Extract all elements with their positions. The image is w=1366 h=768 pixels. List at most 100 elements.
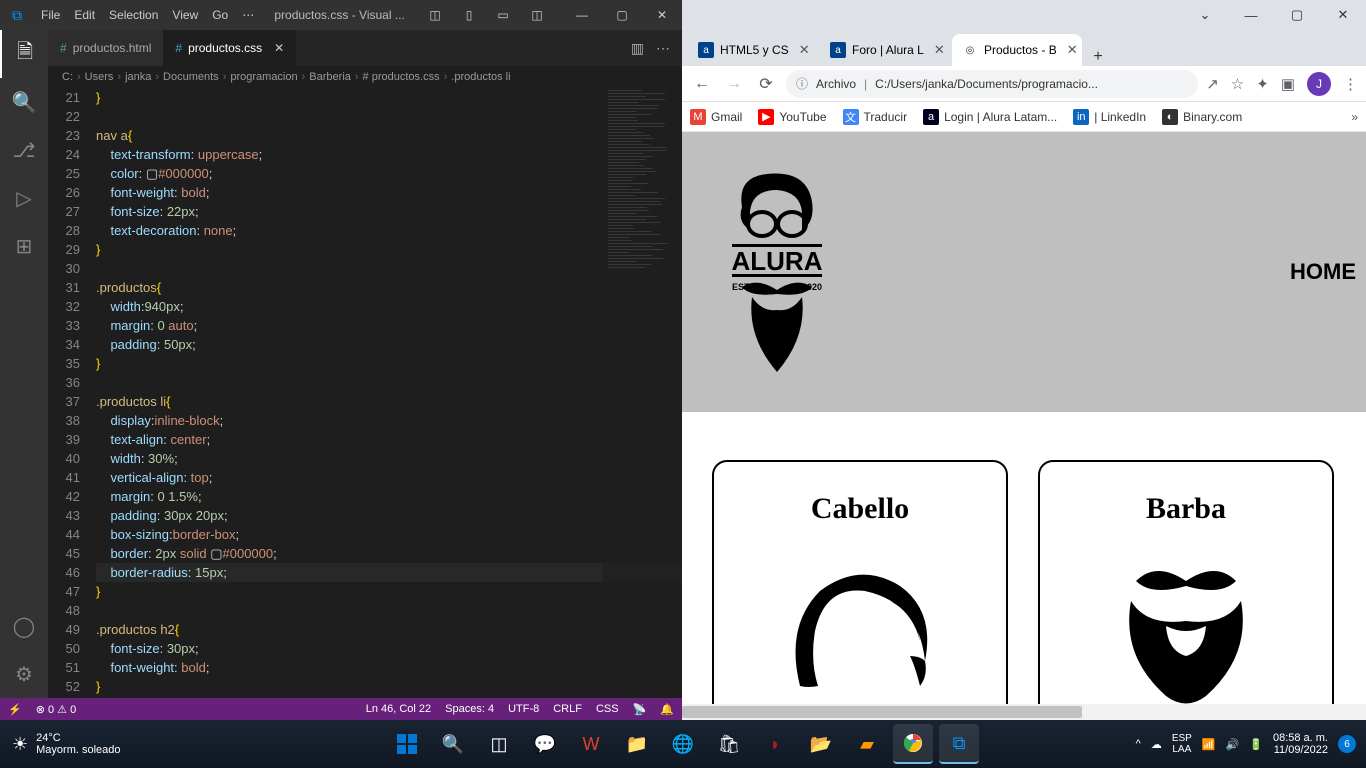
weather-widget[interactable]: 24°C Mayorm. soleado: [36, 732, 120, 756]
statusbar-item[interactable]: Spaces: 4: [445, 703, 494, 716]
breadcrumb-item[interactable]: janka: [125, 71, 151, 83]
search-icon[interactable]: 🔍: [433, 724, 473, 764]
extensions-icon[interactable]: ✦: [1256, 75, 1269, 93]
product-card[interactable]: Cabello: [712, 460, 1008, 720]
browser-tab[interactable]: aHTML5 y CS✕: [688, 34, 818, 66]
kebab-menu-icon[interactable]: ⋮: [1343, 75, 1358, 93]
folder-icon[interactable]: 📂: [801, 724, 841, 764]
breadcrumb-item[interactable]: Barberia: [309, 71, 351, 83]
task-view-icon[interactable]: ◫: [479, 724, 519, 764]
weather-icon[interactable]: ☀: [12, 734, 28, 755]
start-button[interactable]: [387, 724, 427, 764]
menu-selection[interactable]: Selection: [102, 8, 165, 22]
close-icon[interactable]: ✕: [1320, 7, 1366, 23]
browser-tab[interactable]: aForo | Alura L✕: [820, 34, 950, 66]
problems[interactable]: ⊗ 0 ⚠ 0: [36, 703, 76, 716]
bookmark[interactable]: ◐Binary.com: [1162, 109, 1242, 125]
notification-badge[interactable]: 6: [1338, 735, 1356, 753]
account-icon[interactable]: ◯: [0, 602, 48, 650]
tray-chevron-icon[interactable]: ^: [1136, 738, 1141, 750]
run-debug-icon[interactable]: ▷: [0, 174, 48, 222]
statusbar-item[interactable]: CRLF: [553, 703, 582, 716]
sublime-icon[interactable]: ▰: [847, 724, 887, 764]
maximize-icon[interactable]: ▢: [1274, 7, 1320, 23]
settings-gear-icon[interactable]: ⚙: [0, 650, 48, 698]
explorer-icon[interactable]: 🗎: [0, 30, 48, 78]
search-icon[interactable]: 🔍: [0, 78, 48, 126]
mcafee-icon[interactable]: ◗: [755, 724, 795, 764]
bookmark[interactable]: in| LinkedIn: [1073, 109, 1146, 125]
back-button[interactable]: ←: [690, 75, 714, 93]
store-icon[interactable]: 🛍: [709, 724, 749, 764]
panel-icon[interactable]: ▭: [486, 8, 520, 22]
panel-icon[interactable]: ▯: [452, 8, 486, 22]
code-editor[interactable]: 2122232425262728293031323334353637383940…: [48, 88, 682, 698]
close-icon[interactable]: ✕: [642, 8, 682, 22]
breadcrumb-item[interactable]: Documents: [163, 71, 219, 83]
edge-icon[interactable]: 🌐: [663, 724, 703, 764]
bookmarks-overflow-icon[interactable]: »: [1351, 110, 1358, 124]
address-bar[interactable]: ⓘ Archivo | C:/Users/janka/Documents/pro…: [786, 70, 1198, 98]
menu-go[interactable]: Go: [205, 8, 235, 22]
bookmark[interactable]: ▶YouTube: [758, 109, 826, 125]
wps-icon[interactable]: W: [571, 724, 611, 764]
menu-view[interactable]: View: [165, 8, 205, 22]
statusbar-item[interactable]: CSS: [596, 703, 619, 716]
extensions-icon[interactable]: ⊞: [0, 222, 48, 270]
chevron-down-icon[interactable]: ⌄: [1182, 7, 1228, 23]
breadcrumbs[interactable]: C:›Users›janka›Documents›programacion›Ba…: [48, 66, 682, 88]
side-panel-icon[interactable]: ▣: [1281, 75, 1295, 93]
code-lines[interactable]: }nav a{ text-transform: uppercase; color…: [96, 88, 682, 698]
onedrive-icon[interactable]: ☁: [1151, 738, 1162, 751]
bookmark[interactable]: MGmail: [690, 109, 742, 125]
new-tab-button[interactable]: +: [1084, 48, 1112, 66]
browser-tab[interactable]: ◎Productos - B✕: [952, 34, 1082, 66]
file-explorer-icon[interactable]: 📁: [617, 724, 657, 764]
clock[interactable]: 08:58 a. m.11/09/2022: [1273, 732, 1328, 756]
volume-icon[interactable]: 🔊: [1226, 738, 1240, 751]
panel-icon[interactable]: ◫: [520, 8, 554, 22]
chrome-icon[interactable]: [893, 724, 933, 764]
breadcrumb-item[interactable]: # productos.css: [363, 71, 440, 83]
statusbar-item[interactable]: 🔔: [660, 703, 674, 716]
source-control-icon[interactable]: ⎇: [0, 126, 48, 174]
info-icon[interactable]: ⓘ: [796, 75, 808, 92]
language-indicator[interactable]: ESPLAA: [1172, 733, 1192, 755]
chat-icon[interactable]: 💬: [525, 724, 565, 764]
nav-link[interactable]: HOME: [1290, 259, 1356, 284]
maximize-icon[interactable]: ▢: [602, 8, 642, 22]
remote-icon[interactable]: ⚡: [8, 703, 22, 716]
statusbar-item[interactable]: Ln 46, Col 22: [366, 703, 431, 716]
menu-file[interactable]: File: [34, 8, 67, 22]
wifi-icon[interactable]: 📶: [1202, 738, 1216, 751]
minimize-icon[interactable]: ―: [1228, 8, 1274, 23]
share-icon[interactable]: ↗: [1206, 75, 1219, 93]
minimap[interactable]: [602, 88, 682, 698]
minimize-icon[interactable]: ―: [562, 8, 602, 22]
close-icon[interactable]: ✕: [934, 42, 945, 58]
menu-edit[interactable]: Edit: [67, 8, 102, 22]
star-icon[interactable]: ☆: [1231, 75, 1244, 93]
close-icon[interactable]: ✕: [1067, 42, 1078, 58]
menu-⋯[interactable]: ⋯: [235, 8, 261, 22]
panel-icon[interactable]: ◫: [418, 8, 452, 22]
close-icon[interactable]: ✕: [274, 41, 284, 55]
breadcrumb-item[interactable]: Users: [85, 71, 114, 83]
split-editor-icon[interactable]: ▥: [631, 40, 644, 57]
profile-avatar[interactable]: J: [1307, 72, 1331, 96]
statusbar-item[interactable]: UTF-8: [508, 703, 539, 716]
battery-icon[interactable]: 🔋: [1249, 738, 1263, 751]
close-icon[interactable]: ✕: [799, 42, 810, 58]
bookmark[interactable]: 文Traducir: [843, 109, 908, 125]
statusbar-item[interactable]: 📡: [633, 703, 647, 716]
horizontal-scrollbar[interactable]: [682, 704, 1366, 720]
breadcrumb-item[interactable]: C:: [62, 71, 73, 83]
editor-tab[interactable]: #productos.html: [48, 30, 163, 66]
product-card[interactable]: Barba: [1038, 460, 1334, 720]
reload-button[interactable]: ⟳: [754, 74, 778, 94]
bookmark[interactable]: aLogin | Alura Latam...: [923, 109, 1057, 125]
more-icon[interactable]: ⋯: [656, 40, 670, 57]
breadcrumb-item[interactable]: programacion: [230, 71, 297, 83]
vscode-icon[interactable]: ⧉: [939, 724, 979, 764]
breadcrumb-item[interactable]: .productos li: [451, 71, 510, 83]
